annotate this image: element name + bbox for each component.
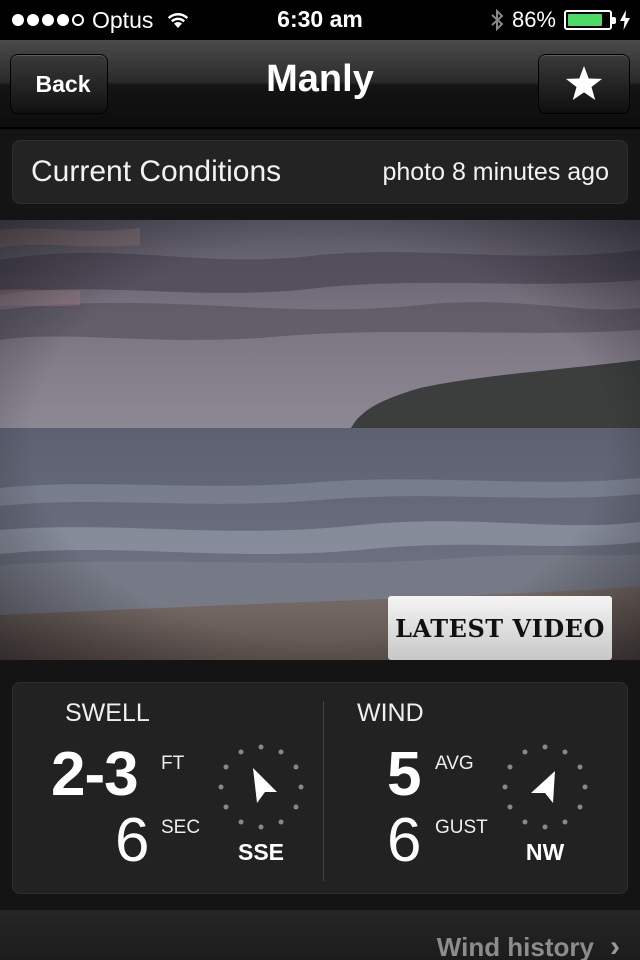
swell-direction-arrow-icon (218, 744, 304, 830)
photo-age: photo 8 minutes ago (382, 157, 609, 186)
wind-history-link[interactable]: Wind history › (437, 930, 620, 960)
beach-photo-image (0, 220, 640, 660)
beach-photo[interactable] (0, 220, 640, 660)
wind-direction: NW (525, 839, 565, 865)
favorite-button[interactable] (538, 54, 630, 114)
wind-average: 5 (387, 740, 421, 809)
conditions-header: Current Conditions photo 8 minutes ago (12, 140, 628, 204)
swell-period: 6 (115, 806, 149, 875)
conditions-title: Current Conditions (31, 155, 282, 188)
wind-gust-unit: GUST (435, 817, 488, 838)
swell-label: SWELL (65, 699, 150, 727)
charging-bolt-icon (620, 10, 630, 30)
navigation-bar: Back Manly (0, 40, 640, 128)
swell-height: 2-3 (51, 740, 139, 809)
swell-period-unit: SEC (161, 817, 201, 838)
latest-video-button[interactable]: LATEST VIDEO (388, 596, 612, 660)
battery-percent: 86% (511, 7, 556, 32)
bluetooth-icon (491, 8, 504, 32)
status-right: 86% (490, 0, 630, 40)
star-icon (566, 66, 602, 100)
wind-direction-arrow-icon (502, 744, 588, 830)
swell-direction: SSE (237, 839, 285, 865)
battery-icon (564, 10, 616, 30)
wind-label: WIND (357, 699, 424, 727)
wind-average-unit: AVG (435, 753, 474, 774)
chevron-right-icon: › (610, 930, 620, 960)
wind-history-label: Wind history (436, 931, 594, 960)
swell-height-unit: FT (161, 753, 185, 774)
battery-level (568, 14, 603, 26)
stats-panel: SWELL 2-3 FT 6 SEC SSE WIND 5 AVG 6 GUST… (12, 682, 628, 894)
wind-gust: 6 (387, 806, 421, 875)
divider (323, 701, 324, 881)
status-bar: Optus 6:30 am 86% (0, 0, 640, 40)
